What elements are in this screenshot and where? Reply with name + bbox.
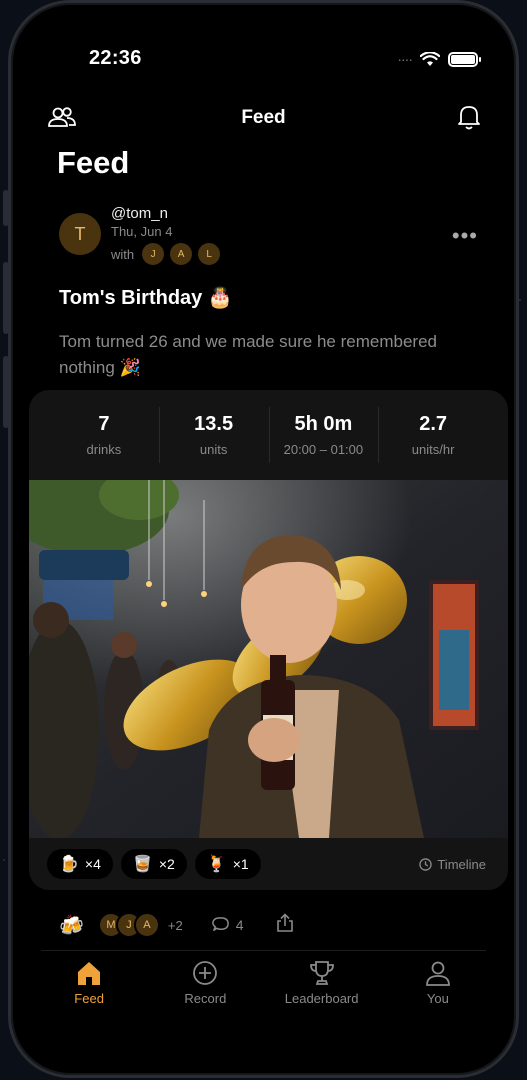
share-button[interactable] <box>276 912 294 938</box>
whisky-icon: 🥃 <box>132 856 153 873</box>
timeline-button[interactable]: Timeline <box>419 857 490 872</box>
post-description: Tom turned 26 and we made sure he rememb… <box>59 332 437 377</box>
nav-title: Feed <box>241 107 286 128</box>
home-icon <box>78 962 101 985</box>
status-icons: ···· <box>397 51 481 67</box>
comments-count: 4 <box>235 917 244 933</box>
post-photo[interactable] <box>29 480 508 838</box>
phone-frame: 22:36 ···· Feed Feed T @tom_n Thu, Jun 4… <box>8 0 519 1078</box>
wifi-icon <box>420 51 440 66</box>
tab-leaderboard[interactable]: Leaderboard <box>264 959 380 1019</box>
drinks-summary: 🍺 ×4 🥃 ×2 🍹 ×1 Timeline <box>29 838 508 890</box>
tab-record[interactable]: Record <box>147 959 263 1019</box>
clock-icon <box>419 857 433 871</box>
drink-chip-beer[interactable]: 🍺 ×4 <box>47 849 113 879</box>
nav-bar: Feed <box>11 101 516 135</box>
session-stats: 7 drinks 13.5 units 5h 0m 20:00 – 01:00 … <box>29 390 508 480</box>
tab-label: Record <box>184 991 227 1006</box>
cocktail-icon: 🍹 <box>206 856 227 873</box>
drink-chip-cocktail[interactable]: 🍹 ×1 <box>194 849 261 879</box>
tab-you[interactable]: You <box>380 959 496 1019</box>
tab-label: You <box>426 991 449 1006</box>
post-actions: 🍻 M J A +2 4 <box>59 907 486 943</box>
stat-value: 2.7 <box>419 413 448 435</box>
tab-bar: Feed Record Leaderboard You <box>11 959 516 1019</box>
drink-chip-whisky[interactable]: 🥃 ×2 <box>120 849 187 879</box>
timeline-label: Timeline <box>437 856 486 872</box>
tagged-user-avatar[interactable]: L <box>198 243 221 265</box>
status-time: 22:36 <box>89 47 142 69</box>
stat-value: 13.5 <box>194 413 234 435</box>
reactor-avatar: A <box>133 912 160 938</box>
stat-rate: 2.7 units/hr <box>378 407 488 463</box>
tabbar-divider <box>41 950 486 951</box>
more-options-button[interactable]: ••• <box>452 223 478 249</box>
plus-circle-icon <box>193 961 218 985</box>
bell-icon <box>458 106 480 130</box>
share-icon <box>276 912 293 932</box>
post-date: Thu, Jun 4 <box>111 224 173 239</box>
stat-label: units/hr <box>411 442 455 457</box>
cheers-icon[interactable]: 🍻 <box>59 913 84 938</box>
post-title: Tom's Birthday 🎂 <box>59 287 233 309</box>
stat-value: 7 <box>98 413 110 435</box>
person-icon <box>425 961 450 986</box>
stat-label: units <box>199 442 228 457</box>
trophy-icon <box>309 961 334 985</box>
comment-icon <box>211 917 229 931</box>
reactors-list[interactable]: M J A <box>97 912 160 938</box>
stat-duration: 5h 0m 20:00 – 01:00 <box>268 407 379 463</box>
drink-count: ×4 <box>84 856 101 872</box>
signal-icon: ···· <box>397 51 413 67</box>
reactors-more-count: +2 <box>167 917 183 933</box>
beer-icon: 🍺 <box>59 856 79 873</box>
with-label: with <box>111 246 135 262</box>
tagged-user-avatar[interactable]: J <box>142 243 165 265</box>
drink-count: ×1 <box>232 856 249 872</box>
stat-drinks: 7 drinks <box>49 413 159 457</box>
party-photo-illustration <box>29 480 508 838</box>
tagged-users: with J A L <box>111 243 221 265</box>
post-header: T @tom_n Thu, Jun 4 with J A L ••• <box>57 203 486 267</box>
page-title: Feed <box>57 145 130 180</box>
tab-label: Feed <box>74 991 104 1006</box>
notifications-button[interactable] <box>456 103 482 136</box>
stat-value: 5h 0m <box>294 413 353 435</box>
session-card[interactable]: 7 drinks 13.5 units 5h 0m 20:00 – 01:00 … <box>29 390 508 890</box>
stat-units: 13.5 units <box>158 407 269 463</box>
status-bar: 22:36 ···· <box>11 43 516 77</box>
author-avatar[interactable]: T <box>59 213 101 255</box>
battery-icon <box>448 51 481 67</box>
tab-label: Leaderboard <box>284 991 359 1006</box>
stat-label: 20:00 – 01:00 <box>283 442 364 457</box>
stat-label: drinks <box>86 442 122 457</box>
tagged-user-avatar[interactable]: A <box>170 243 193 265</box>
comments-button[interactable]: 4 <box>211 916 244 934</box>
drink-count: ×2 <box>158 856 175 872</box>
author-username[interactable]: @tom_n <box>111 205 168 222</box>
tab-feed[interactable]: Feed <box>31 959 147 1019</box>
